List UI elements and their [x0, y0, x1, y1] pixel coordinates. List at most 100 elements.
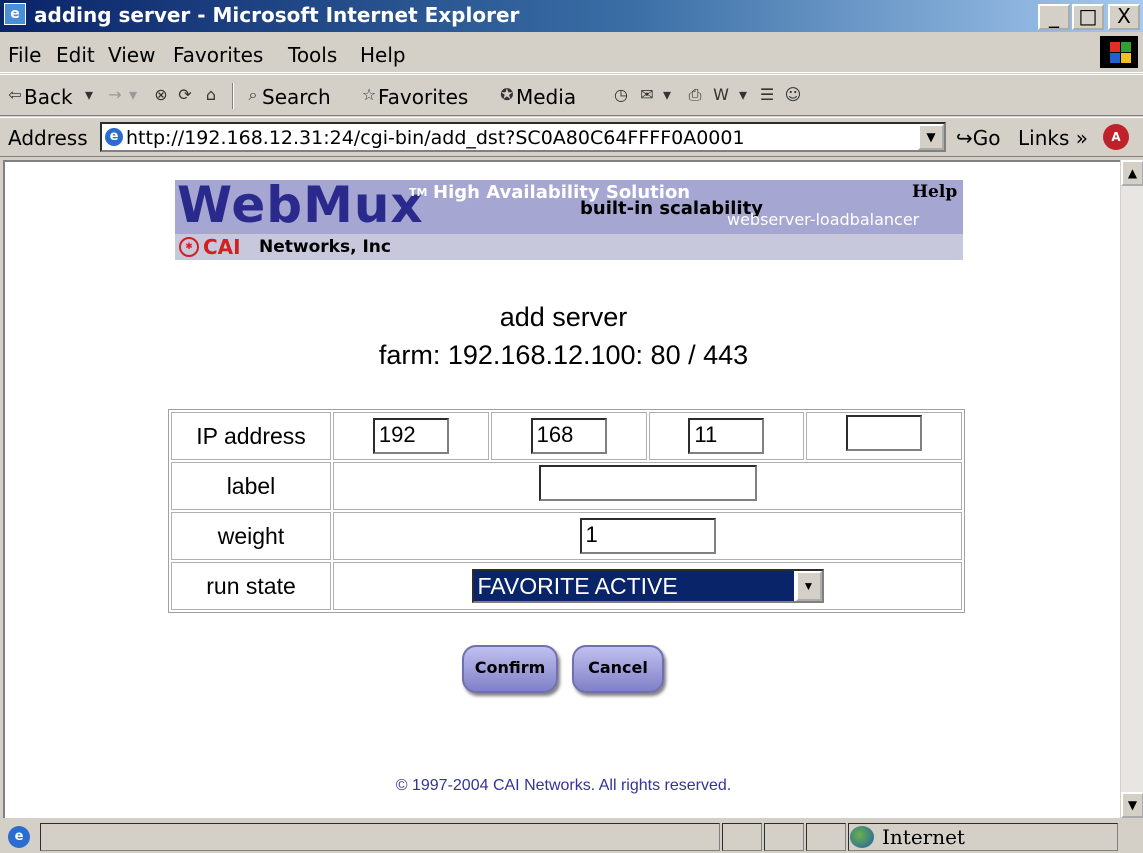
runstate-row: run state FAVORITE ACTIVE ▼: [171, 562, 962, 610]
back-button[interactable]: Back: [24, 85, 73, 109]
back-arrow-icon: ⇦: [8, 85, 22, 104]
banner-loadbalancer: webserver-loadbalancer: [727, 210, 920, 229]
edit-word-icon[interactable]: W: [712, 86, 730, 104]
webmux-banner: WebMux TM High Availability Solution bui…: [175, 180, 963, 260]
status-panel: [722, 823, 762, 851]
address-dropdown-icon[interactable]: ▼: [918, 124, 944, 150]
browser-window: e adding server - Microsoft Internet Exp…: [0, 0, 1143, 853]
history-icon[interactable]: ◷: [612, 86, 630, 104]
ip-octet-1-input[interactable]: 192: [372, 418, 449, 454]
ip-address-label: IP address: [171, 412, 331, 460]
ip-octet-cell: 11: [648, 412, 805, 460]
go-label: Go: [972, 126, 1001, 150]
forward-arrow-icon[interactable]: →: [106, 86, 124, 104]
discuss-icon[interactable]: ☰: [758, 86, 776, 104]
ip-octet-cell: 168: [490, 412, 647, 460]
links-label: Links: [1018, 126, 1070, 150]
stop-icon[interactable]: ⊗: [152, 86, 170, 104]
menu-favorites[interactable]: Favorites: [173, 43, 263, 67]
ip-octet-cell: [806, 412, 962, 460]
status-panel: [764, 823, 804, 851]
page-title: add server: [499, 302, 628, 332]
ie-icon: e: [4, 3, 26, 25]
media-button[interactable]: Media: [516, 85, 576, 109]
security-zone: Internet: [882, 825, 965, 849]
search-icon: ⌕: [248, 85, 258, 104]
address-bar: Address e http://192.168.12.31:24/cgi-bi…: [0, 117, 1143, 157]
address-url[interactable]: http://192.168.12.31:24/cgi-bin/add_dst?…: [126, 127, 745, 149]
messenger-icon[interactable]: ☺: [784, 86, 802, 104]
menu-view[interactable]: View: [108, 43, 155, 67]
print-icon[interactable]: ⎙: [686, 86, 704, 104]
cai-logo-icon: ✱: [179, 237, 199, 257]
address-label: Address: [8, 126, 88, 150]
weight-cell: 1: [333, 512, 962, 560]
runstate-label: run state: [171, 562, 331, 610]
status-panel: [806, 823, 846, 851]
toolbar-separator: [232, 83, 234, 109]
window-title: adding server - Microsoft Internet Explo…: [34, 3, 520, 27]
go-button[interactable]: ↪Go: [956, 126, 1001, 150]
label-label: label: [171, 462, 331, 510]
page-status-icon: e: [8, 826, 30, 848]
minimize-button[interactable]: _: [1038, 4, 1070, 30]
status-bar: e Internet: [0, 820, 1143, 853]
scroll-down-icon[interactable]: ▼: [1121, 792, 1143, 818]
page-viewport: WebMux TM High Availability Solution bui…: [3, 160, 1120, 818]
internet-globe-icon: [850, 826, 874, 848]
go-arrow-icon: ↪: [956, 126, 973, 150]
chevron-right-icon: »: [1075, 126, 1088, 150]
label-cell: [333, 462, 962, 510]
menu-tools[interactable]: Tools: [288, 43, 337, 67]
maximize-button[interactable]: □: [1072, 4, 1104, 30]
scroll-up-icon[interactable]: ▲: [1121, 160, 1143, 186]
acrobat-icon[interactable]: A: [1103, 124, 1129, 150]
refresh-icon[interactable]: ⟳: [176, 86, 194, 104]
back-dropdown-icon[interactable]: ▾: [80, 86, 98, 104]
status-text-panel: [40, 823, 720, 851]
weight-label: weight: [171, 512, 331, 560]
title-bar[interactable]: e adding server - Microsoft Internet Exp…: [0, 0, 1143, 32]
address-input[interactable]: e http://192.168.12.31:24/cgi-bin/add_ds…: [100, 122, 946, 152]
label-row: label: [171, 462, 962, 510]
edit-dropdown-icon[interactable]: ▾: [734, 86, 752, 104]
media-icon: ✪: [500, 85, 514, 104]
webmux-logo: WebMux: [177, 180, 424, 234]
ip-row: IP address 192 168 11: [171, 412, 962, 460]
runstate-cell: FAVORITE ACTIVE ▼: [333, 562, 962, 610]
mail-dropdown-icon[interactable]: ▾: [658, 86, 676, 104]
ip-octet-3-input[interactable]: 11: [688, 418, 765, 454]
trademark-mark: TM: [409, 186, 428, 199]
toolbar: ⇦ Back ▾ → ▾ ⊗ ⟳ ⌂ ⌕ Search ☆ Favorites …: [0, 74, 1143, 116]
ip-octet-cell: 192: [333, 412, 489, 460]
runstate-selected-value[interactable]: FAVORITE ACTIVE: [473, 571, 794, 601]
menu-file[interactable]: File: [8, 43, 41, 67]
runstate-select[interactable]: FAVORITE ACTIVE ▼: [471, 569, 824, 603]
weight-row: weight 1: [171, 512, 962, 560]
help-link[interactable]: Help: [912, 182, 957, 202]
company-name-highlight: CAI: [203, 235, 241, 259]
favorites-icon: ☆: [361, 85, 377, 104]
favorites-button[interactable]: Favorites: [378, 85, 468, 109]
cancel-button[interactable]: Cancel: [572, 645, 664, 693]
vertical-scrollbar[interactable]: ▲ ▼: [1120, 160, 1143, 818]
home-icon[interactable]: ⌂: [202, 86, 220, 104]
links-button[interactable]: Links »: [1018, 126, 1088, 150]
menu-bar: File Edit View Favorites Tools Help: [0, 33, 1143, 73]
forward-dropdown-icon[interactable]: ▾: [124, 86, 142, 104]
ip-octet-2-input[interactable]: 168: [530, 418, 607, 454]
label-input[interactable]: [538, 465, 757, 501]
menu-help[interactable]: Help: [360, 43, 406, 67]
farm-subtitle: farm: 192.168.12.100: 80 / 443: [378, 340, 749, 370]
ip-octet-4-input[interactable]: [846, 415, 923, 451]
weight-input[interactable]: 1: [579, 518, 716, 554]
select-dropdown-icon[interactable]: ▼: [795, 571, 822, 601]
add-server-form: IP address 192 168 11 label weight 1 run…: [168, 409, 965, 613]
menu-edit[interactable]: Edit: [56, 43, 95, 67]
mail-icon[interactable]: ✉: [638, 86, 656, 104]
search-button[interactable]: Search: [262, 85, 331, 109]
windows-logo-icon: [1100, 36, 1138, 68]
confirm-button[interactable]: Confirm: [462, 645, 558, 693]
page-icon: e: [105, 128, 123, 146]
close-button[interactable]: X: [1108, 4, 1140, 30]
